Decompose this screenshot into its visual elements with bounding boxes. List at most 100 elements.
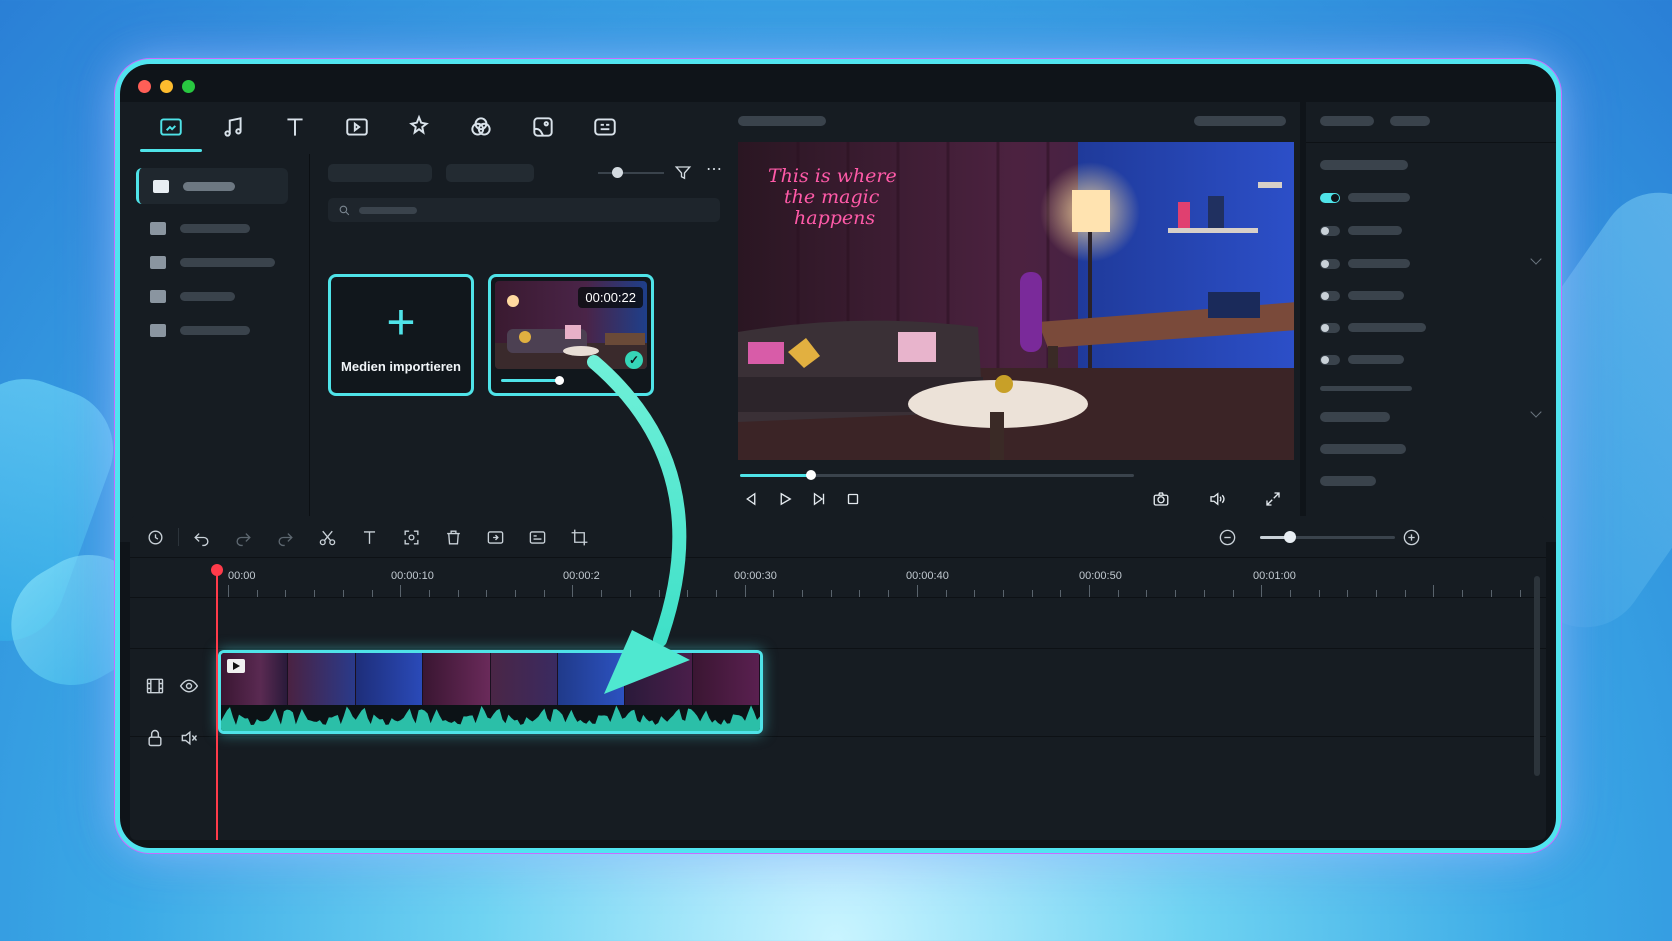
folder-item[interactable] bbox=[136, 210, 288, 246]
captions-button[interactable] bbox=[526, 526, 548, 548]
fullscreen-button[interactable] bbox=[1262, 488, 1284, 510]
filter-button[interactable] bbox=[674, 164, 694, 182]
text-icon bbox=[287, 118, 303, 136]
track-visibility-button[interactable] bbox=[179, 676, 199, 696]
ruler-tick bbox=[1347, 590, 1349, 597]
placeholder-bar bbox=[180, 325, 250, 335]
speaker-icon bbox=[1210, 492, 1225, 506]
undo-button[interactable] bbox=[190, 526, 212, 548]
filter-chip[interactable] bbox=[446, 164, 534, 182]
timeline-video-clip[interactable] bbox=[218, 650, 763, 734]
time-ruler[interactable]: 00:00 00:00:10 00:00:2 00:00:30 00:00:40… bbox=[130, 558, 1546, 598]
tab-text[interactable] bbox=[264, 102, 326, 152]
close-window-button[interactable] bbox=[138, 80, 151, 93]
redo-button[interactable] bbox=[232, 526, 254, 548]
tab-effects[interactable] bbox=[388, 102, 450, 152]
ruler-tick bbox=[457, 590, 459, 597]
reframe-icon bbox=[403, 529, 419, 545]
speed-icon bbox=[487, 530, 503, 544]
tab-media[interactable] bbox=[140, 102, 202, 152]
tab-audio[interactable] bbox=[202, 102, 264, 152]
zoom-out-button[interactable] bbox=[1216, 526, 1238, 548]
clip-frame bbox=[625, 653, 693, 705]
property-toggle[interactable] bbox=[1320, 259, 1340, 269]
ruler-tick bbox=[1232, 590, 1234, 597]
ruler-tick bbox=[945, 590, 947, 597]
clip-frame bbox=[355, 653, 424, 705]
placeholder-bar bbox=[1320, 386, 1412, 391]
media-clip[interactable]: 00:00:22 ✓ bbox=[488, 274, 654, 396]
tab-templates[interactable] bbox=[574, 102, 636, 152]
stop-icon bbox=[847, 493, 859, 505]
snapshot-button[interactable] bbox=[1150, 488, 1172, 510]
playback-controls bbox=[740, 488, 1290, 514]
ruler-tick bbox=[802, 590, 803, 597]
stop-button[interactable] bbox=[842, 488, 864, 510]
minimize-window-button[interactable] bbox=[160, 80, 173, 93]
folder-item[interactable] bbox=[136, 244, 288, 280]
ruler-time-label: 00:01:00 bbox=[1253, 570, 1296, 582]
property-toggle[interactable] bbox=[1320, 323, 1340, 333]
property-toggle[interactable] bbox=[1320, 226, 1340, 236]
eye-icon bbox=[179, 679, 199, 693]
chevron-down-icon[interactable] bbox=[1530, 406, 1542, 418]
search-input[interactable] bbox=[328, 198, 720, 222]
video-preview[interactable]: This is where the magic happens bbox=[738, 142, 1294, 460]
split-button[interactable] bbox=[316, 526, 338, 548]
crop-icon bbox=[571, 529, 587, 545]
tab-filters[interactable] bbox=[450, 102, 512, 152]
volume-button[interactable] bbox=[1206, 488, 1228, 510]
ruler-tick bbox=[543, 590, 545, 597]
track-lock-button[interactable] bbox=[145, 728, 165, 748]
crop-button[interactable] bbox=[568, 526, 590, 548]
add-text-button[interactable] bbox=[358, 526, 380, 548]
tab-transitions[interactable] bbox=[326, 102, 388, 152]
transition-icon bbox=[346, 118, 368, 136]
folder-item[interactable] bbox=[136, 312, 288, 348]
auto-reframe-button[interactable] bbox=[400, 526, 422, 548]
ruler-tick bbox=[1060, 590, 1062, 597]
folder-icon bbox=[150, 323, 166, 337]
import-media-button[interactable]: + Medien importieren bbox=[328, 274, 474, 396]
placeholder-bar bbox=[180, 223, 250, 233]
property-toggle[interactable] bbox=[1320, 193, 1340, 203]
chevron-down-icon[interactable] bbox=[1530, 253, 1542, 265]
folder-item[interactable] bbox=[136, 168, 288, 204]
ai-tools-button[interactable] bbox=[144, 526, 166, 548]
text-icon bbox=[363, 530, 375, 544]
timeline-vertical-scrollbar[interactable] bbox=[1534, 576, 1540, 776]
captions-icon bbox=[529, 530, 545, 544]
search-icon bbox=[339, 205, 350, 215]
placeholder-bar bbox=[180, 257, 275, 267]
folder-icon bbox=[150, 255, 166, 269]
next-frame-button[interactable] bbox=[808, 488, 830, 510]
maximize-window-button[interactable] bbox=[182, 80, 195, 93]
playhead[interactable] bbox=[211, 564, 223, 840]
more-options-button[interactable]: ⋯ bbox=[706, 162, 726, 180]
tab-stickers[interactable] bbox=[512, 102, 574, 152]
filter-chip[interactable] bbox=[328, 164, 432, 182]
play-button[interactable] bbox=[774, 488, 796, 510]
ruler-tick bbox=[601, 590, 603, 597]
thumbnail-size-slider[interactable] bbox=[598, 167, 664, 178]
placeholder-bar bbox=[1348, 226, 1402, 235]
redo-all-button[interactable] bbox=[274, 526, 296, 548]
scrubber-handle[interactable] bbox=[805, 470, 816, 480]
clip-frame bbox=[288, 653, 356, 705]
track-mute-button[interactable] bbox=[179, 728, 199, 748]
playback-scrubber[interactable] bbox=[740, 470, 1134, 480]
neon-sign-line: This is where bbox=[768, 165, 897, 187]
speed-button[interactable] bbox=[484, 526, 506, 548]
property-toggle[interactable] bbox=[1320, 355, 1340, 365]
placeholder-bar bbox=[1348, 323, 1426, 332]
timeline-zoom-slider[interactable] bbox=[1260, 531, 1395, 543]
media-panel: ⋯ + Medien importieren 00:00:22 ✓ bbox=[120, 102, 760, 542]
slider-knob[interactable] bbox=[612, 167, 623, 178]
delete-button[interactable] bbox=[442, 526, 464, 548]
folder-item[interactable] bbox=[136, 278, 288, 314]
property-toggle[interactable] bbox=[1320, 291, 1340, 301]
previous-frame-button[interactable] bbox=[740, 488, 762, 510]
zoom-slider-handle[interactable] bbox=[1283, 531, 1296, 543]
clip-progress-bar bbox=[501, 376, 564, 385]
zoom-in-button[interactable] bbox=[1400, 526, 1422, 548]
